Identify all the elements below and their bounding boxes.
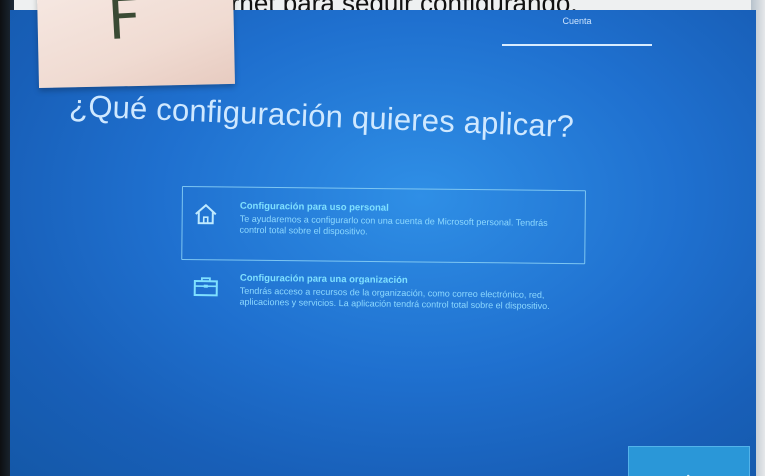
home-icon [195, 203, 217, 225]
option-organization[interactable]: Configuración para una organización Tend… [192, 272, 572, 311]
sticky-note-letter: F [105, 0, 143, 54]
sticky-note: F [37, 0, 235, 89]
next-button[interactable]: ➜ [628, 446, 750, 476]
page-title: ¿Qué configuración quieres aplicar? [68, 88, 575, 145]
option-description: Tendrás acceso a recursos de la organiza… [239, 285, 550, 311]
arrow-right-icon: ➜ [679, 469, 694, 476]
option-title: Configuración para una organización [239, 272, 408, 287]
active-tab-indicator [502, 44, 652, 46]
option-description: Te ayudaremos a configurarlo con una cue… [239, 213, 548, 237]
option-title: Configuración para uso personal [239, 200, 389, 214]
briefcase-icon [193, 277, 218, 297]
tab-cuenta: Cuenta [562, 16, 592, 26]
